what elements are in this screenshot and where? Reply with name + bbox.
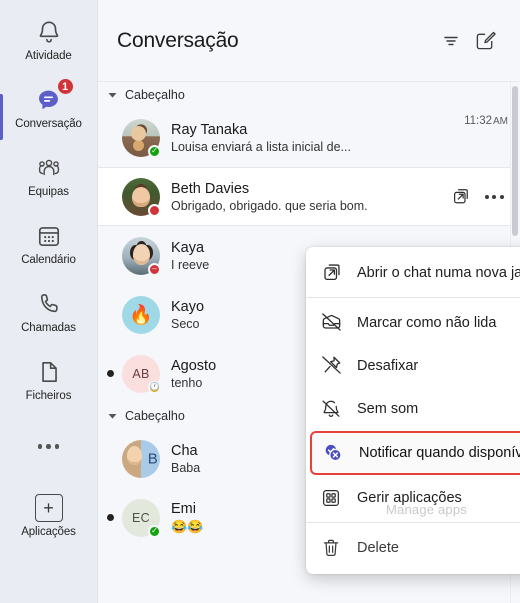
list-item-name: Beth Davies [171,180,250,197]
avatar: 🔥 [122,295,160,334]
sidebar-item-more[interactable] [0,414,97,482]
menu-item-label: Abrir o chat numa nova janela [357,264,520,281]
chat-context-menu: Abrir o chat numa nova janela Marcar com… [306,247,520,574]
sidebar-item-label: Calendário [21,254,76,266]
avatar: AB 🕐 [122,354,161,394]
avatar-initials: B [147,450,158,467]
time-suffix: AM [493,116,508,127]
unread-indicator [107,514,114,521]
menu-item-label: Delete [357,539,399,556]
list-item-preview: Obrigado, obrigado. que seria bom. [171,198,368,213]
presence-away-icon: 🕐 [148,380,161,394]
left-navigation-rail: Atividade 1 Conversação Equipas Calendár… [0,0,98,603]
phone-icon [34,289,64,319]
conversacao-unread-badge: 1 [56,78,74,95]
page-title: Conversação [117,28,239,52]
scrollbar-thumb[interactable] [512,86,518,236]
unpin-icon [319,354,343,378]
sidebar-item-equipas[interactable]: Equipas [0,142,97,210]
menu-item-label: Sem som [357,400,419,417]
menu-separator [306,297,520,298]
sidebar-item-conversacao[interactable]: 1 Conversação [0,74,97,142]
sidebar-item-label: Atividade [25,50,72,62]
filter-icon[interactable] [434,24,468,58]
menu-item-label: Marcar como não lida [357,314,497,331]
time-value: 11:32 [464,115,492,127]
avatar-group-image: B [122,439,160,478]
avatar-emoji: 🔥 [122,295,160,334]
group-header-label: Cabeçalho [125,88,185,102]
list-item[interactable]: ✓ Ray Tanaka Louisa enviará a lista inic… [98,108,520,167]
file-icon [34,357,64,387]
list-item-name: Ray Tanaka [171,121,248,138]
open-in-new-window-icon [319,261,343,285]
presence-available-icon: ✓ [148,144,161,158]
chevron-down-icon [107,411,117,421]
avatar: EC ✓ [122,498,161,538]
list-item-time: 11:32AM [464,115,508,127]
avatar [122,177,161,217]
unread-indicator [107,370,114,377]
presence-busy-icon [148,203,161,217]
menu-item-mute[interactable]: Sem som [306,387,520,430]
menu-item-label: Notificar quando disponível [359,445,520,461]
menu-item-delete[interactable]: Delete [306,526,520,569]
more-icon [34,432,64,462]
sidebar-item-label: Ficheiros [25,390,72,402]
apps-plus-icon: + [34,493,64,523]
list-item-text: Ray Tanaka Louisa enviará a lista inicia… [171,122,464,154]
menu-item-open-in-new-window[interactable]: Abrir o chat numa nova janela [306,251,520,294]
sidebar-item-atividade[interactable]: Atividade [0,6,97,74]
group-header-label: Cabeçalho [125,409,185,423]
chat-pane: Conversação Cabeçalho ✓ Ray Tanaka Louis… [98,0,520,603]
sidebar-item-label: Equipas [28,186,69,198]
mute-icon [319,397,343,421]
menu-item-label: Desafixar [357,357,419,374]
chat-list-header: Conversação [98,0,520,82]
chevron-down-icon [107,90,117,100]
trash-icon [319,536,343,560]
group-header-1[interactable]: Cabeçalho [98,82,520,108]
sidebar-item-label: Chamadas [21,322,76,334]
list-item-preview: Louisa enviará a lista inicial de... [171,139,351,154]
sidebar-item-aplicacoes[interactable]: + Aplicações [0,482,97,550]
avatar: ✓ [122,118,161,158]
sidebar-item-chamadas[interactable]: Chamadas [0,278,97,346]
menu-item-manage-apps[interactable]: Gerir aplicações Manage apps [306,476,520,519]
sidebar-item-ficheiros[interactable]: Ficheiros [0,346,97,414]
menu-item-label: Gerir aplicações [357,489,462,506]
avatar: – [122,236,161,276]
menu-item-notify-when-available[interactable]: Notificar quando disponível [310,431,520,475]
menu-item-unpin[interactable]: Desafixar [306,344,520,387]
teams-chat-window: Atividade 1 Conversação Equipas Calendár… [0,0,520,603]
more-options-icon[interactable] [480,183,508,211]
avatar: B [122,439,160,478]
list-item-text: Beth Davies Obrigado, obrigado. que seri… [171,181,446,213]
bell-icon [34,17,64,47]
compose-icon[interactable] [468,24,502,58]
manage-apps-icon [319,486,343,510]
calendar-icon [34,221,64,251]
sidebar-item-label: Aplicações [21,526,76,538]
menu-separator [306,522,520,523]
presence-busy-icon: – [148,262,161,276]
list-item-hover-actions [446,183,508,211]
sidebar-item-label: Conversação [15,118,82,130]
list-item-selected[interactable]: Beth Davies Obrigado, obrigado. que seri… [98,167,520,226]
mark-unread-icon [319,311,343,335]
notify-when-available-icon [321,441,345,465]
chat-icon: 1 [34,78,74,115]
menu-item-mark-as-unread[interactable]: Marcar como não lida [306,301,520,344]
people-icon [34,153,64,183]
open-in-new-window-icon[interactable] [446,183,474,211]
sidebar-item-calendario[interactable]: Calendário [0,210,97,278]
presence-available-icon: ✓ [148,524,161,538]
